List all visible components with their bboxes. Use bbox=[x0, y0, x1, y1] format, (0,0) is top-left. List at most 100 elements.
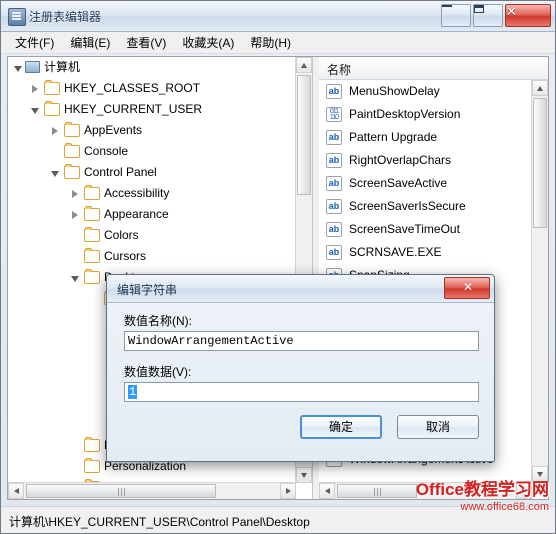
dialog-title-bar: 编辑字符串 ✕ bbox=[107, 275, 494, 303]
folder-icon bbox=[44, 80, 60, 95]
folder-icon bbox=[44, 101, 60, 116]
tree-node-appearance[interactable]: Appearance bbox=[8, 204, 296, 225]
folder-icon bbox=[84, 185, 100, 200]
scrollbar-thumb[interactable] bbox=[26, 484, 216, 498]
folder-icon bbox=[84, 437, 100, 452]
menu-edit[interactable]: 编辑(E) bbox=[62, 31, 118, 54]
tree-node-hkey-classes-root[interactable]: HKEY_CLASSES_ROOT bbox=[8, 78, 296, 99]
maximize-button[interactable] bbox=[473, 4, 503, 27]
ab-string-icon: ab bbox=[326, 84, 342, 99]
chevron-down-icon[interactable] bbox=[51, 171, 59, 177]
folder-icon bbox=[84, 227, 100, 242]
window-controls: ✕ bbox=[441, 4, 551, 27]
list-item[interactable]: ab ScreenSaveTimeOut bbox=[319, 218, 532, 241]
folder-icon bbox=[84, 248, 100, 263]
ab-string-icon: ab bbox=[326, 245, 342, 260]
chevron-right-icon[interactable] bbox=[72, 190, 78, 198]
value-name: ScreenSaveTimeOut bbox=[349, 222, 460, 236]
list-item[interactable]: ab Pattern Upgrade bbox=[319, 126, 532, 149]
list-item[interactable]: ab ScreenSaverIsSecure bbox=[319, 195, 532, 218]
value-name: ScreenSaveActive bbox=[349, 176, 448, 190]
folder-icon bbox=[84, 458, 100, 473]
registry-editor-window: 注册表编辑器 ✕ 文件(F) 编辑(E) 查看(V) 收藏夹(A) 帮助(H) … bbox=[0, 0, 556, 534]
watermark-site-url: www.office68.com bbox=[460, 501, 549, 513]
value-name: RightOverlapChars bbox=[349, 153, 452, 167]
tree-node-cursors[interactable]: Cursors bbox=[8, 246, 296, 267]
menu-help[interactable]: 帮助(H) bbox=[242, 31, 299, 54]
list-item[interactable]: 011 110 PaintDesktopVersion bbox=[319, 103, 532, 126]
chevron-right-icon[interactable] bbox=[52, 127, 58, 135]
menu-view[interactable]: 查看(V) bbox=[118, 31, 174, 54]
ok-button[interactable]: 确定 bbox=[300, 415, 382, 439]
list-item[interactable]: ab ScreenSaveActive bbox=[319, 172, 532, 195]
scroll-left-icon[interactable] bbox=[8, 483, 24, 499]
menu-favorites[interactable]: 收藏夹(A) bbox=[174, 31, 242, 54]
folder-icon bbox=[64, 122, 80, 137]
value-list-vertical-scrollbar[interactable] bbox=[531, 80, 548, 482]
menu-file[interactable]: 文件(F) bbox=[7, 31, 62, 54]
tree-node-label: HKEY_CURRENT_USER bbox=[64, 102, 203, 116]
tree-node-label: Appearance bbox=[104, 207, 169, 221]
tree-node-colors[interactable]: Colors bbox=[8, 225, 296, 246]
tree-node-control-panel[interactable]: Control Panel bbox=[8, 162, 296, 183]
value-name: ScreenSaverIsSecure bbox=[349, 199, 466, 213]
close-icon: ✕ bbox=[463, 280, 474, 294]
column-header-name: 名称 bbox=[327, 63, 352, 77]
cancel-button[interactable]: 取消 bbox=[397, 415, 479, 439]
close-button[interactable]: ✕ bbox=[505, 4, 551, 27]
tree-node-computer[interactable]: 计算机 bbox=[8, 57, 296, 78]
ab-string-icon: ab bbox=[326, 199, 342, 214]
ab-string-icon: ab bbox=[326, 176, 342, 191]
chevron-down-icon[interactable] bbox=[31, 108, 39, 114]
scroll-down-icon[interactable] bbox=[296, 467, 312, 483]
folder-icon bbox=[84, 269, 100, 284]
list-item[interactable]: ab RightOverlapChars bbox=[319, 149, 532, 172]
tree-horizontal-scrollbar[interactable] bbox=[8, 482, 296, 499]
value-data-label: 数值数据(V): bbox=[124, 365, 192, 379]
chevron-down-icon[interactable] bbox=[71, 276, 79, 282]
folder-icon bbox=[64, 164, 80, 179]
chevron-right-icon[interactable] bbox=[72, 211, 78, 219]
minimize-button[interactable] bbox=[441, 4, 471, 27]
list-item[interactable]: ab MenuShowDelay bbox=[319, 80, 532, 103]
value-name-text: WindowArrangementActive bbox=[128, 334, 294, 348]
value-list-header[interactable]: 名称 bbox=[319, 57, 548, 80]
tree-node-label: AppEvents bbox=[84, 123, 143, 137]
scroll-left-icon[interactable] bbox=[319, 483, 335, 499]
title-bar: 注册表编辑器 ✕ bbox=[1, 1, 555, 32]
tree-node-appevents[interactable]: AppEvents bbox=[8, 120, 296, 141]
value-name-input[interactable]: WindowArrangementActive bbox=[124, 331, 479, 351]
list-item[interactable]: ab SCRNSAVE.EXE bbox=[319, 241, 532, 264]
tree-node-label: Colors bbox=[104, 228, 139, 242]
menu-bar: 文件(F) 编辑(E) 查看(V) 收藏夹(A) 帮助(H) bbox=[1, 32, 555, 54]
value-name: Pattern Upgrade bbox=[349, 130, 438, 144]
folder-icon bbox=[84, 206, 100, 221]
value-name: MenuShowDelay bbox=[349, 84, 440, 98]
edit-string-dialog: 编辑字符串 ✕ 数值名称(N): WindowArrangementActive… bbox=[106, 274, 495, 462]
window-title: 注册表编辑器 bbox=[29, 10, 102, 24]
scrollbar-thumb[interactable] bbox=[337, 484, 417, 498]
value-name: SCRNSAVE.EXE bbox=[349, 245, 442, 259]
tree-node-hkey-current-user[interactable]: HKEY_CURRENT_USER bbox=[8, 99, 296, 120]
scroll-up-icon[interactable] bbox=[532, 80, 548, 96]
binary-dword-icon: 011 110 bbox=[326, 107, 342, 122]
status-path: 计算机\HKEY_CURRENT_USER\Control Panel\Desk… bbox=[9, 515, 310, 529]
folder-icon bbox=[64, 143, 80, 158]
value-data-text: 1 bbox=[128, 385, 138, 399]
scroll-up-icon[interactable] bbox=[296, 57, 312, 73]
scrollbar-thumb[interactable] bbox=[533, 98, 547, 228]
computer-icon bbox=[25, 61, 40, 73]
tree-node-label: Console bbox=[84, 144, 129, 158]
scroll-right-icon[interactable] bbox=[280, 483, 296, 499]
ab-string-icon: ab bbox=[326, 222, 342, 237]
scrollbar-thumb[interactable] bbox=[297, 75, 311, 195]
chevron-down-icon[interactable] bbox=[14, 66, 22, 72]
tree-node-console[interactable]: Console bbox=[8, 141, 296, 162]
chevron-right-icon[interactable] bbox=[32, 85, 38, 93]
dialog-close-button[interactable]: ✕ bbox=[444, 277, 490, 299]
tree-node-label: 计算机 bbox=[44, 60, 81, 74]
tree-node-label: Accessibility bbox=[104, 186, 170, 200]
value-data-input[interactable]: 1 bbox=[124, 382, 479, 402]
value-name-label: 数值名称(N): bbox=[124, 314, 192, 328]
tree-node-accessibility[interactable]: Accessibility bbox=[8, 183, 296, 204]
